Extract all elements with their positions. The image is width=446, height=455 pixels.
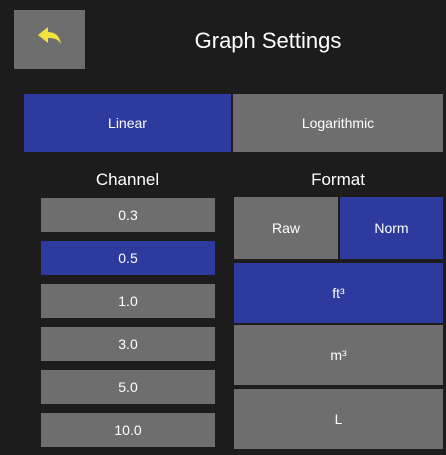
channel-option-5-0[interactable]: 5.0 — [41, 370, 215, 404]
channel-option-10-0[interactable]: 10.0 — [41, 413, 215, 447]
channel-option-0-5[interactable]: 0.5 — [41, 241, 215, 275]
channel-option-label: 10.0 — [114, 422, 142, 438]
back-button[interactable] — [14, 10, 85, 69]
page-title: Graph Settings — [194, 28, 342, 53]
unit-cubic-meters-label: m³ — [330, 347, 347, 363]
graph-settings-screen: Graph Settings Linear Logarithmic Channe… — [0, 0, 446, 455]
scale-logarithmic-label: Logarithmic — [301, 115, 375, 131]
format-norm-label: Norm — [374, 220, 409, 236]
unit-cubic-feet-button[interactable]: ft³ — [234, 263, 443, 323]
format-section-label: Format — [311, 170, 365, 189]
unit-liters-label: L — [334, 411, 343, 427]
channel-option-label: 0.5 — [118, 250, 138, 266]
scale-logarithmic-button[interactable]: Logarithmic — [233, 94, 443, 152]
channel-option-label: 5.0 — [118, 379, 138, 395]
format-norm-button[interactable]: Norm — [340, 197, 443, 259]
unit-cubic-meters-button[interactable]: m³ — [234, 325, 443, 385]
channel-option-label: 0.3 — [118, 207, 138, 223]
channel-section-label: Channel — [95, 170, 160, 189]
channel-option-3-0[interactable]: 3.0 — [41, 327, 215, 361]
channel-option-label: 3.0 — [118, 336, 138, 352]
channel-option-label: 1.0 — [118, 293, 138, 309]
unit-liters-button[interactable]: L — [234, 389, 443, 449]
scale-linear-button[interactable]: Linear — [24, 94, 231, 152]
scale-linear-label: Linear — [108, 115, 147, 131]
unit-cubic-feet-label: ft³ — [332, 285, 345, 301]
format-raw-button[interactable]: Raw — [234, 197, 338, 259]
header-bar: Graph Settings — [0, 0, 446, 83]
channel-option-1-0[interactable]: 1.0 — [41, 284, 215, 318]
format-raw-label: Raw — [271, 220, 300, 236]
back-arrow-icon — [37, 26, 63, 53]
channel-option-0-3[interactable]: 0.3 — [41, 198, 215, 232]
